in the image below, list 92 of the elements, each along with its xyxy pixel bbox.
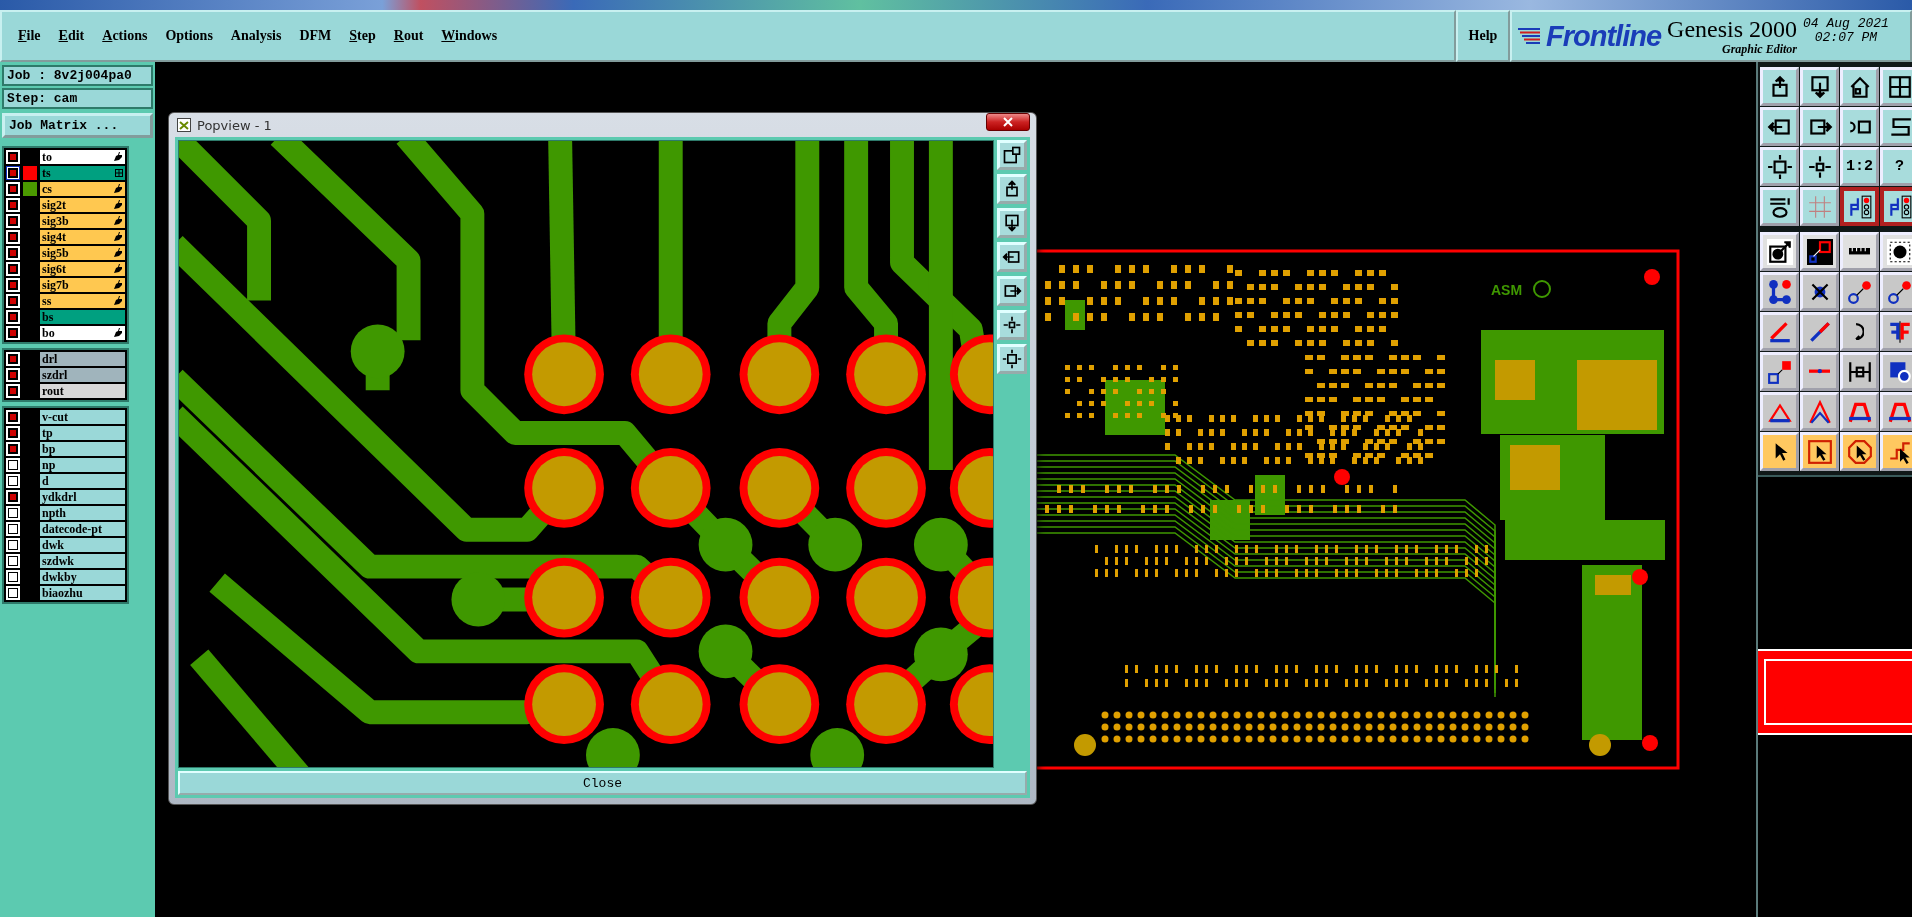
menu-item[interactable]: Actions	[100, 26, 156, 46]
layer-name[interactable]: szdrl	[40, 368, 125, 382]
job-label: Job : 8v2j004pa0	[2, 65, 153, 86]
layer-name[interactable]: dwk	[40, 538, 125, 552]
layer-name[interactable]: v-cut	[40, 410, 125, 424]
company-logo: Frontline	[1546, 19, 1662, 53]
layer-name[interactable]: sig7b	[40, 278, 125, 292]
tool-button[interactable]	[1880, 187, 1912, 226]
layer-name[interactable]: drl	[40, 352, 125, 366]
layer-name[interactable]: sig4t	[40, 230, 125, 244]
node-link-icon	[1766, 278, 1793, 305]
tool-button[interactable]	[1840, 187, 1879, 226]
layer-name[interactable]: szdwk	[40, 554, 125, 568]
layer-name[interactable]: rout	[40, 384, 125, 398]
view-tool-button[interactable]	[997, 276, 1027, 306]
layer-name[interactable]: bs	[40, 310, 125, 324]
hand-icon	[113, 328, 123, 338]
dot-arrow-icon	[1886, 278, 1912, 305]
close-icon	[1003, 117, 1013, 127]
layer-name[interactable]: datecode-pt	[40, 522, 125, 536]
via	[810, 728, 865, 767]
tool-button[interactable]: 1:2	[1840, 147, 1879, 186]
square-arrow-icon	[1766, 358, 1793, 385]
menu-item[interactable]: Windows	[439, 26, 506, 46]
pin-arrow-icon	[1766, 238, 1793, 265]
line-dot-icon	[1808, 369, 1831, 374]
grid-icon	[1806, 193, 1833, 220]
view-tool-button[interactable]	[997, 140, 1027, 170]
layer-name[interactable]: bo	[40, 326, 125, 340]
via	[913, 517, 968, 572]
hand-icon	[113, 152, 123, 162]
via	[698, 517, 753, 572]
view-tool-button[interactable]	[997, 310, 1027, 340]
layer-checkbox[interactable]	[6, 166, 20, 180]
step-label: Step: cam	[2, 88, 153, 109]
window-icon	[177, 118, 191, 132]
menu-item[interactable]: Rout	[391, 26, 432, 46]
menu-item[interactable]: DFM	[297, 26, 340, 46]
shrink-arrows-icon	[1806, 153, 1833, 180]
module-name: Graphic Editor	[1722, 41, 1798, 57]
layer-name[interactable]: dwkby	[40, 570, 125, 584]
expand-arrows-icon	[1002, 349, 1023, 369]
via	[913, 627, 968, 682]
tool-button[interactable]: ?	[1880, 147, 1912, 186]
job-matrix-button[interactable]: Job Matrix ...	[2, 113, 153, 138]
layer-name[interactable]: ss	[40, 294, 125, 308]
layer-name[interactable]: cs	[40, 182, 125, 196]
layer-name[interactable]: ts	[40, 166, 125, 180]
snap-square-icon	[1806, 238, 1833, 265]
shrink-arrows-icon	[1002, 315, 1023, 335]
window-grid-icon	[1886, 73, 1912, 100]
close-button[interactable]	[986, 113, 1030, 131]
layer-name[interactable]: sig6t	[40, 262, 125, 276]
view-tool-button[interactable]	[997, 174, 1027, 204]
menu-item[interactable]: File	[16, 26, 49, 46]
menu-item[interactable]: Analysis	[228, 26, 290, 46]
small-window-icon	[1002, 145, 1023, 165]
ruler-icon	[1848, 248, 1871, 255]
layer-name[interactable]: ydkdrl	[40, 490, 125, 504]
layer-name[interactable]: to	[40, 150, 125, 164]
layer-name[interactable]: sig2t	[40, 198, 125, 212]
view-tool-button[interactable]	[997, 242, 1027, 272]
window-title: Popview - 1	[197, 117, 272, 133]
layer-name[interactable]: bp	[40, 442, 125, 456]
curve-arrow-icon	[1854, 322, 1865, 341]
view-tool-button[interactable]	[997, 344, 1027, 374]
product-name: Genesis 2000	[1667, 15, 1798, 42]
expand-arrows-icon	[1766, 153, 1793, 180]
pointer-square-icon	[1806, 438, 1833, 465]
grid-box-icon	[115, 169, 123, 177]
time-text: 02:07 PM	[1814, 31, 1878, 45]
stripes-icon	[1518, 27, 1540, 45]
dot-arrow-icon	[1846, 278, 1873, 305]
layer-name[interactable]: d	[40, 474, 125, 488]
via	[350, 324, 405, 379]
menu-item[interactable]: Options	[163, 26, 221, 46]
via	[808, 517, 863, 572]
layer-name[interactable]: biaozhu	[40, 586, 125, 600]
view-tool-button[interactable]	[997, 208, 1027, 238]
layer-name[interactable]: tp	[40, 426, 125, 440]
layer-name[interactable]: sig5b	[40, 246, 125, 260]
layer-name[interactable]: np	[40, 458, 125, 472]
menu-item[interactable]: Step	[347, 26, 384, 46]
via	[698, 624, 753, 679]
pointer-octagon-icon	[1846, 438, 1873, 465]
close-button[interactable]: Close	[178, 771, 1027, 795]
layer-name[interactable]: sig3b	[40, 214, 125, 228]
help-menu[interactable]: Help	[1456, 10, 1510, 62]
via	[586, 728, 640, 767]
layer-name[interactable]: npth	[40, 506, 125, 520]
menu-item[interactable]: Edit	[56, 26, 93, 46]
date-text: 04 Aug 2021	[1803, 17, 1889, 31]
